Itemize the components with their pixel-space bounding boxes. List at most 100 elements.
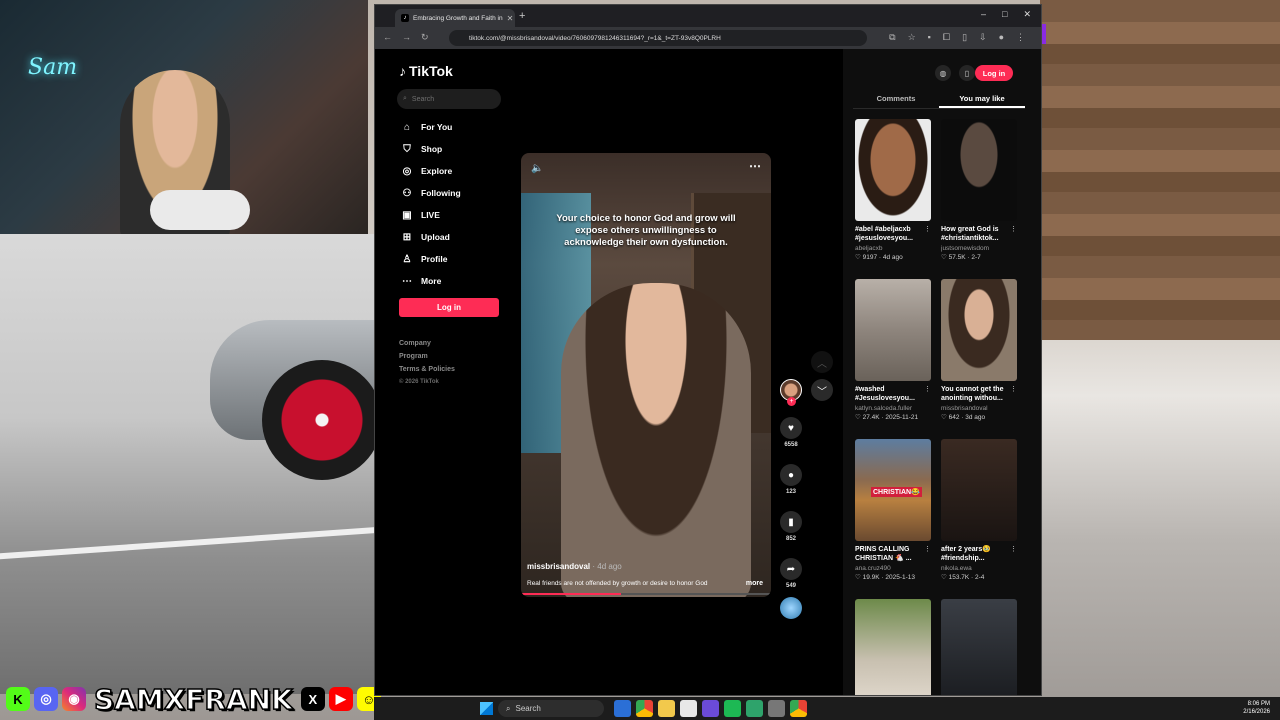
sidebar-item-live[interactable]: ▣ LIVE (401, 204, 461, 226)
video-thumbnail[interactable] (941, 439, 1017, 541)
wood-wall (1040, 0, 1280, 340)
forward-icon[interactable]: → (402, 32, 411, 43)
video-options-icon[interactable]: ⋯ (749, 159, 761, 173)
tab-you-may-like[interactable]: You may like (939, 91, 1025, 108)
url-input[interactable]: tiktok.com/@missbrisandoval/video/760609… (449, 30, 867, 46)
maximize-button[interactable]: □ (1002, 9, 1007, 20)
share-icon[interactable]: ➦ (780, 558, 802, 580)
video-card[interactable]: You cannot get the anointing withou... ⋮… (941, 279, 1017, 433)
sidebar-item-following[interactable]: ⚇ Following (401, 182, 461, 204)
menu-dots-icon[interactable]: ⋮ (1016, 32, 1025, 43)
store-icon[interactable] (680, 700, 697, 717)
windows-start-icon[interactable] (480, 702, 493, 715)
video-card[interactable]: #washed #Jesuslovesyou... ⋮ katlyn.salce… (855, 279, 931, 433)
sidebar-item-more[interactable]: ⋯ More (401, 270, 461, 292)
card-author[interactable]: justsomewisdom (941, 245, 1017, 252)
chrome-icon[interactable] (636, 700, 653, 717)
video-card[interactable] (855, 599, 931, 695)
music-disc-icon[interactable] (780, 597, 802, 619)
device-icon[interactable]: ▯ (959, 65, 975, 81)
taskbar-search[interactable]: ⌕ Search (498, 700, 604, 717)
reload-icon[interactable]: ↻ (421, 32, 429, 43)
video-thumbnail[interactable] (855, 119, 931, 221)
login-button[interactable]: Log in (399, 298, 499, 317)
search-input[interactable]: ⌕ Search (397, 89, 501, 109)
card-author[interactable]: katlyn.salceda.fuller (855, 405, 931, 412)
footer-program-link[interactable]: Program (399, 350, 455, 363)
coins-icon[interactable]: ◍ (935, 65, 951, 81)
author-avatar[interactable]: + (780, 379, 802, 406)
back-icon[interactable]: ← (383, 32, 392, 43)
card-menu-icon[interactable]: ⋮ (924, 385, 931, 393)
video-caption: Your choice to honor God and grow will e… (556, 213, 736, 248)
bookmark-star-icon[interactable]: ☆ (908, 32, 916, 43)
browser-tab[interactable]: ♪ Embracing Growth and Faith in ✕ (395, 9, 515, 27)
sidebar-item-upload[interactable]: ⊞ Upload (401, 226, 461, 248)
header-login-button[interactable]: Log in (975, 65, 1013, 81)
app-icon[interactable] (746, 700, 763, 717)
profile-avatar-icon[interactable]: ● (999, 32, 1004, 43)
video-card[interactable]: How great God is #christiantiktok... ⋮ j… (941, 119, 1017, 273)
volume-icon[interactable]: 🔈 (531, 163, 543, 174)
video-card[interactable] (941, 599, 1017, 695)
sidebar-item-for-you[interactable]: ⌂ For You (401, 116, 461, 138)
discord-app-icon[interactable] (702, 700, 719, 717)
follow-plus-icon[interactable]: + (787, 397, 796, 406)
video-card[interactable]: CHRISTIAN😂 PRINS CALLING CHRISTIAN 🐔 ...… (855, 439, 931, 593)
tab-comments[interactable]: Comments (853, 91, 939, 108)
card-author[interactable]: ana.cruz490 (855, 565, 931, 572)
video-progress-bar[interactable] (521, 593, 771, 595)
video-thumbnail[interactable]: CHRISTIAN😂 (855, 439, 931, 541)
close-window-button[interactable]: ✕ (1023, 9, 1031, 20)
puzzle-icon[interactable]: ⧠ (943, 32, 950, 43)
description-more-button[interactable]: more (746, 580, 763, 587)
nav-label: Upload (421, 232, 450, 242)
sidepanel-icon[interactable]: ▯ (962, 32, 967, 43)
edge-icon[interactable] (614, 700, 631, 717)
card-author[interactable]: missbrisandoval (941, 405, 1017, 412)
file-explorer-icon[interactable] (658, 700, 675, 717)
video-thumbnail[interactable] (941, 599, 1017, 695)
video-thumbnail[interactable] (941, 119, 1017, 221)
video-author[interactable]: missbrisandoval · 4d ago (527, 562, 622, 571)
card-menu-icon[interactable]: ⋮ (924, 545, 931, 553)
card-menu-icon[interactable]: ⋮ (1010, 225, 1017, 233)
download-icon[interactable]: ⇩ (979, 32, 987, 43)
nav-label: For You (421, 122, 453, 132)
sidebar-item-explore[interactable]: ◎ Explore (401, 160, 461, 182)
card-author[interactable]: abeljacxb (855, 245, 931, 252)
sidebar-item-shop[interactable]: ⛉ Shop (401, 138, 461, 160)
video-card[interactable]: #abel #abeljacxb #jesuslovesyou... ⋮ abe… (855, 119, 931, 273)
video-thumbnail[interactable] (855, 279, 931, 381)
webcam-overlay: Sam (0, 0, 368, 234)
spotify-icon[interactable] (724, 700, 741, 717)
footer-company-link[interactable]: Company (399, 337, 455, 350)
install-icon[interactable]: ⧉ (889, 32, 895, 43)
plush-toy (150, 190, 250, 230)
video-thumbnail[interactable] (855, 599, 931, 695)
next-video-button[interactable]: ﹀ (811, 379, 833, 401)
video-thumbnail[interactable] (941, 279, 1017, 381)
new-tab-button[interactable]: + (519, 10, 525, 22)
settings-gear-icon[interactable] (768, 700, 785, 717)
like-heart-icon[interactable]: ♥ (780, 417, 802, 439)
comment-icon[interactable]: ● (780, 464, 802, 486)
card-menu-icon[interactable]: ⋮ (1010, 385, 1017, 393)
system-clock[interactable]: 8:06 PM 2/16/2026 (1243, 700, 1270, 716)
tiktok-logo[interactable]: ♪ TikTok (399, 63, 453, 79)
previous-video-button[interactable]: ︿ (811, 351, 833, 373)
video-card[interactable]: after 2 years🥹 #friendship... ⋮ nikola.e… (941, 439, 1017, 593)
panel-tabs: Comments You may like (853, 91, 1025, 109)
extension-icon[interactable]: ▪ (928, 32, 931, 43)
bookmark-icon[interactable]: ▮ (780, 511, 802, 533)
close-tab-icon[interactable]: ✕ (507, 14, 514, 23)
taskbar-search-label: Search (515, 704, 541, 713)
card-menu-icon[interactable]: ⋮ (1010, 545, 1017, 553)
sidebar-item-profile[interactable]: ♙ Profile (401, 248, 461, 270)
card-author[interactable]: nikola.ewa (941, 565, 1017, 572)
footer-terms-link[interactable]: Terms & Policies (399, 363, 455, 376)
minimize-button[interactable]: – (981, 9, 986, 20)
video-player[interactable]: 🔈 ⋯ Your choice to honor God and grow wi… (521, 153, 771, 597)
card-menu-icon[interactable]: ⋮ (924, 225, 931, 233)
chrome-active-icon[interactable] (790, 700, 807, 717)
